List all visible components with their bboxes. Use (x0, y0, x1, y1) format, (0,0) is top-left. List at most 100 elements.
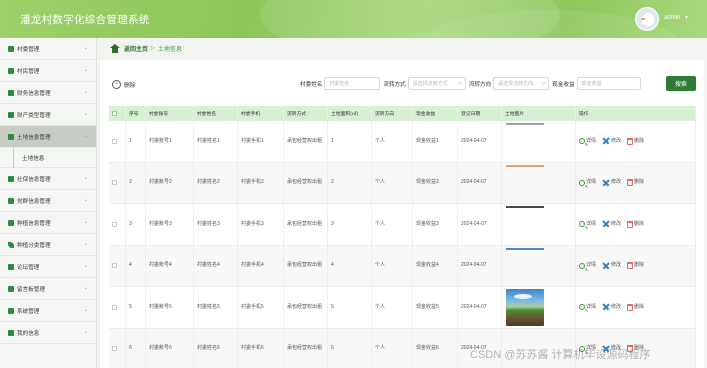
cell-date: 2024-04-07 (458, 287, 502, 328)
sidebar-subitem[interactable]: 土地信息 (0, 148, 96, 168)
edit-button[interactable]: 修改 (602, 179, 621, 187)
cell-area: 6 (328, 328, 372, 368)
trash-icon (627, 220, 634, 228)
sidebar-item[interactable]: 我的信息 ⌄ (0, 322, 96, 344)
filter-label: 流转方向 (468, 81, 492, 88)
row-select-cell[interactable] (109, 121, 126, 162)
row-select-cell[interactable] (109, 245, 126, 286)
land-image-thumbnail[interactable] (506, 289, 544, 326)
cell-area: 3 (328, 204, 372, 245)
row-actions: 详情 修改 删除 (579, 220, 644, 228)
land-image-thumbnail[interactable] (506, 123, 544, 125)
view-button[interactable]: 详情 (579, 221, 596, 228)
row-actions: 详情 修改 删除 (579, 303, 644, 311)
delete-button[interactable]: − 删除 (112, 78, 136, 90)
sidebar-item[interactable]: 财产类型管理 ⌄ (0, 104, 96, 126)
select-all-cell[interactable] (109, 106, 126, 121)
row-select-cell[interactable] (109, 204, 126, 245)
cell-image (502, 245, 576, 286)
sidebar-item[interactable]: 种植分类管理 ⌄ (0, 234, 96, 256)
row-checkbox[interactable] (112, 304, 117, 310)
row-checkbox[interactable] (112, 221, 117, 227)
cell-image (502, 204, 576, 245)
delete-row-button[interactable]: 删除 (627, 137, 644, 145)
sidebar-item[interactable]: 党群信息管理 ⌄ (0, 190, 96, 212)
filter-input[interactable]: 村委姓名 (324, 77, 381, 90)
filter-select[interactable]: 请选择流转方向 ▽ (493, 77, 550, 90)
cell-direction: 个人 (372, 204, 413, 245)
username[interactable]: admin (664, 15, 680, 21)
menu-icon (8, 175, 14, 182)
edit-button[interactable]: 修改 (602, 262, 621, 270)
sidebar-item[interactable]: 种植信息管理 ⌄ (0, 212, 96, 234)
filter-placeholder: 村委姓名 (329, 81, 350, 87)
sidebar-item[interactable]: 系统管理 ⌄ (0, 300, 96, 322)
menu-icon (8, 307, 14, 314)
cell-date: 2024-04-07 (458, 204, 502, 245)
land-image-thumbnail[interactable] (506, 164, 544, 167)
row-select-cell[interactable] (109, 162, 126, 203)
sidebar-item-label: 财务信息管理 (17, 90, 51, 97)
delete-row-button-label: 删除 (634, 220, 645, 227)
delete-row-button[interactable]: 删除 (627, 262, 644, 270)
sidebar-item-label: 村民管理 (17, 68, 40, 75)
breadcrumb-current: 土地信息 (157, 46, 182, 53)
filter-select[interactable]: 请选择流转方式 ▽ (407, 77, 466, 90)
view-button[interactable]: 详情 (579, 179, 596, 186)
column-header: 土地面积(㎡) (328, 106, 372, 121)
sidebar-item[interactable]: 论坛管理 ⌄ (0, 256, 96, 278)
edit-icon (602, 303, 610, 311)
delete-row-button[interactable]: 删除 (627, 220, 645, 228)
sidebar-item[interactable]: 财务信息管理 ⌄ (0, 82, 96, 104)
search-button[interactable]: 搜索 (666, 76, 696, 91)
row-select-cell[interactable] (109, 328, 126, 368)
cell-income: 现金收益1 (413, 121, 458, 162)
table-row: 3 村委账号3 村委姓名3 村委手机3 承包经营权出租 3 个人 现金收益3 2024-04-0… (109, 204, 696, 246)
view-button-label: 详情 (586, 179, 597, 186)
cell-income: 现金收益2 (413, 162, 458, 203)
filter-placeholder: 请选择流转方向 (498, 81, 534, 87)
view-button[interactable]: 详情 (579, 262, 596, 269)
table-row: 4 村委账号4 村委姓名4 村委手机4 承包经营权出租 4 个人 现金收益4 2024-04-0… (109, 245, 696, 287)
land-image-thumbnail[interactable] (506, 206, 544, 208)
row-checkbox[interactable] (112, 346, 117, 352)
sidebar-item[interactable]: 村民管理 ⌄ (0, 60, 96, 82)
row-checkbox[interactable] (112, 180, 117, 186)
menu-icon (8, 197, 14, 204)
filter-input[interactable]: 现金收益 (576, 77, 641, 90)
watermark: CSDN @苏苏酱 计算机毕设源码程序 (470, 349, 651, 361)
sidebar: 村委管理 ⌄ 村民管理 ⌄ 财务信息管理 ⌄ 财产类型管理 ⌄ 土地信息管理 ⌄ 土地信息 社保信息管… (0, 38, 97, 368)
sidebar-item[interactable]: 土地信息管理 ⌄ (0, 126, 96, 148)
select-all-checkbox[interactable] (112, 111, 117, 116)
trash-icon (627, 303, 634, 311)
sidebar-item[interactable]: 留言板管理 ⌄ (0, 278, 96, 300)
home-icon[interactable] (110, 43, 120, 53)
row-checkbox[interactable] (112, 263, 117, 269)
chevron-down-icon: ⌄ (83, 45, 88, 51)
cell-date: 2024-04-07 (458, 121, 502, 162)
avatar[interactable] (635, 7, 659, 31)
table-header-row: 序号 村委账号 村委姓名 村委手机 流转方式 土地面积(㎡) 流转方向 现金收益 登记日期 土地图… (109, 106, 696, 121)
chevron-down-icon[interactable]: ▼ (684, 15, 689, 21)
land-image-thumbnail[interactable] (506, 247, 544, 250)
sidebar-item[interactable]: 社保信息管理 ⌄ (0, 168, 96, 190)
edit-button[interactable]: 修改 (602, 220, 621, 228)
menu-icon (8, 329, 14, 336)
view-button[interactable]: 详情 (579, 304, 596, 311)
delete-row-button[interactable]: 删除 (627, 303, 644, 311)
cell-idx: 6 (126, 328, 146, 368)
delete-row-button[interactable]: 删除 (627, 179, 644, 187)
sidebar-item[interactable]: 村委管理 ⌄ (0, 38, 96, 60)
cell-actions: 详情 修改 删除 (576, 245, 696, 286)
chevron-down-icon: ⌄ (83, 197, 88, 203)
view-icon (579, 304, 585, 311)
row-checkbox[interactable] (112, 138, 117, 144)
row-select-cell[interactable] (109, 287, 126, 328)
view-button[interactable]: 详情 (579, 138, 596, 145)
edit-button[interactable]: 修改 (602, 303, 621, 311)
cell-idx: 5 (126, 287, 146, 328)
filter-label: 现金收益 (552, 81, 575, 88)
edit-button[interactable]: 修改 (602, 137, 621, 145)
cell-area: 2 (328, 162, 372, 203)
breadcrumb-home-link[interactable]: 返回主页 (124, 44, 148, 53)
